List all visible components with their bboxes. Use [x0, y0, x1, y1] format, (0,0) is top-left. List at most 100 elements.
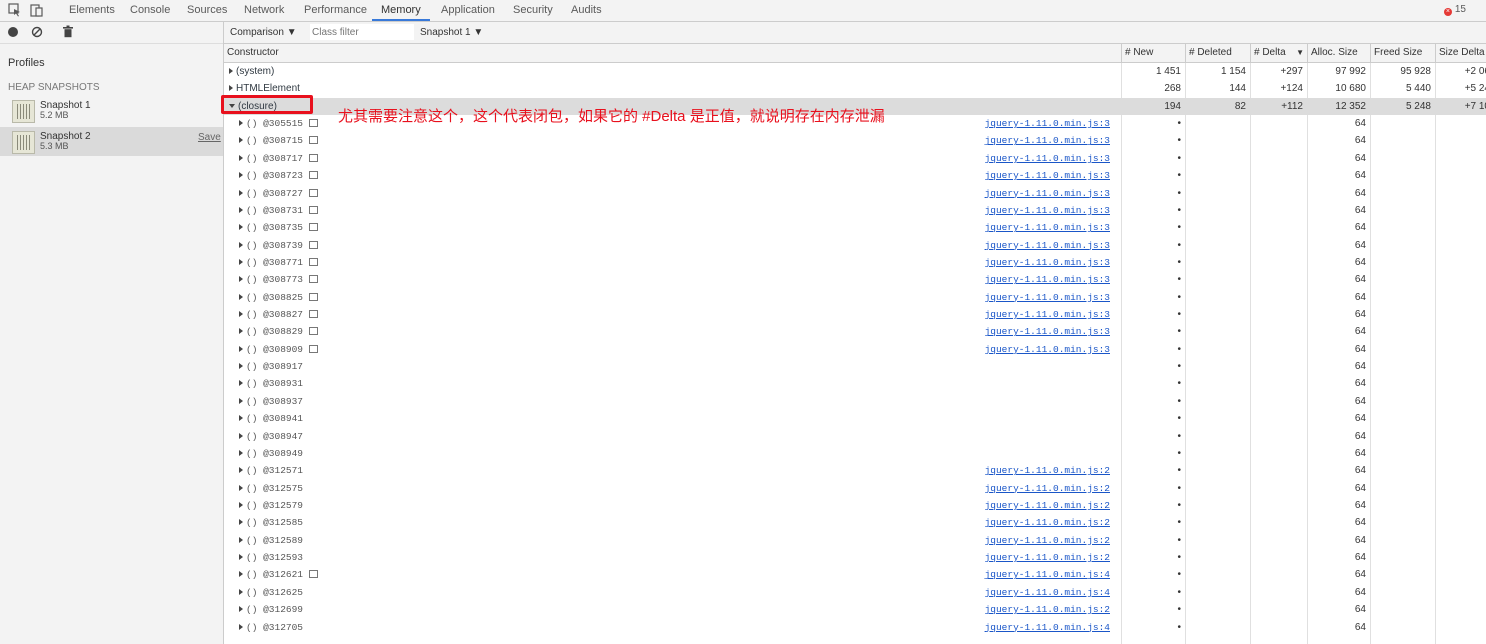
table-row[interactable]: () @308917 • 64: [224, 358, 1486, 375]
collapsed-arrow-icon[interactable]: [239, 120, 243, 127]
collapsed-arrow-icon[interactable]: [239, 432, 243, 439]
tab-security[interactable]: Security: [513, 0, 553, 21]
table-row[interactable]: () @308947 • 64: [224, 428, 1486, 445]
base-snapshot-select[interactable]: Snapshot 1 ▼: [420, 22, 483, 43]
table-row[interactable]: () @308773 jquery-1.11.0.min.js:3 • 64: [224, 271, 1486, 288]
table-row[interactable]: () @312571 jquery-1.11.0.min.js:2 • 64: [224, 462, 1486, 479]
table-row[interactable]: () @308731 jquery-1.11.0.min.js:3 • 64: [224, 202, 1486, 219]
table-row[interactable]: () @308937 • 64: [224, 393, 1486, 410]
collapsed-arrow-icon[interactable]: [239, 554, 243, 561]
reveal-in-summary-icon[interactable]: [309, 570, 319, 579]
table-row[interactable]: () @308829 jquery-1.11.0.min.js:3 • 64: [224, 323, 1486, 340]
collapsed-arrow-icon[interactable]: [229, 85, 233, 92]
reveal-in-summary-icon[interactable]: [309, 344, 319, 353]
source-link[interactable]: jquery-1.11.0.min.js:3: [984, 341, 1110, 358]
tab-network[interactable]: Network: [244, 0, 284, 21]
source-link[interactable]: jquery-1.11.0.min.js:3: [984, 254, 1110, 271]
tab-sources[interactable]: Sources: [187, 0, 227, 21]
reveal-in-summary-icon[interactable]: [309, 205, 319, 214]
collapsed-arrow-icon[interactable]: [239, 380, 243, 387]
table-row[interactable]: () @308941 • 64: [224, 410, 1486, 427]
collapsed-arrow-icon[interactable]: [229, 68, 233, 74]
collapsed-arrow-icon[interactable]: [239, 258, 243, 265]
reveal-in-summary-icon[interactable]: [309, 310, 319, 319]
inspect-element-icon[interactable]: [8, 3, 22, 17]
device-toolbar-icon[interactable]: [30, 3, 44, 17]
table-row[interactable]: () @308949 • 64: [224, 445, 1486, 462]
save-snapshot-link[interactable]: Save: [198, 132, 221, 143]
collapsed-arrow-icon[interactable]: [239, 206, 243, 213]
col-size-delta[interactable]: Size Delta: [1435, 44, 1486, 62]
source-link[interactable]: jquery-1.11.0.min.js:3: [984, 185, 1110, 202]
collapsed-arrow-icon[interactable]: [239, 189, 243, 196]
col-alloc-size[interactable]: Alloc. Size: [1307, 44, 1370, 62]
col-constructor[interactable]: Constructor: [224, 44, 1121, 62]
col-deleted[interactable]: # Deleted: [1185, 44, 1250, 62]
reveal-in-summary-icon[interactable]: [309, 171, 319, 180]
collapsed-arrow-icon[interactable]: [239, 293, 243, 300]
trash-icon[interactable]: [63, 25, 73, 41]
reveal-in-summary-icon[interactable]: [309, 327, 319, 336]
collapsed-arrow-icon[interactable]: [239, 137, 243, 144]
collapsed-arrow-icon[interactable]: [239, 536, 243, 543]
reveal-in-summary-icon[interactable]: [309, 153, 319, 162]
table-row[interactable]: () @308735 jquery-1.11.0.min.js:3 • 64: [224, 219, 1486, 236]
source-link[interactable]: jquery-1.11.0.min.js:2: [984, 532, 1110, 549]
table-row[interactable]: () @308727 jquery-1.11.0.min.js:3 • 64: [224, 185, 1486, 202]
collapsed-arrow-icon[interactable]: [239, 415, 243, 422]
record-icon[interactable]: [8, 27, 18, 37]
source-link[interactable]: jquery-1.11.0.min.js:3: [984, 167, 1110, 184]
source-link[interactable]: jquery-1.11.0.min.js:3: [984, 271, 1110, 288]
snapshot-item-1[interactable]: Snapshot 1 5.2 MB: [0, 96, 223, 125]
snapshot-item-2[interactable]: Snapshot 2 5.3 MB Save: [0, 127, 223, 156]
collapsed-arrow-icon[interactable]: [239, 363, 243, 370]
source-link[interactable]: jquery-1.11.0.min.js:2: [984, 480, 1110, 497]
table-row[interactable]: () @308931 • 64: [224, 375, 1486, 392]
collapsed-arrow-icon[interactable]: [239, 345, 243, 352]
table-row[interactable]: () @308909 jquery-1.11.0.min.js:3 • 64: [224, 341, 1486, 358]
table-row[interactable]: () @308717 jquery-1.11.0.min.js:3 • 64: [224, 150, 1486, 167]
table-row[interactable]: () @308739 jquery-1.11.0.min.js:3 • 64: [224, 237, 1486, 254]
source-link[interactable]: jquery-1.11.0.min.js:3: [984, 237, 1110, 254]
col-delta[interactable]: # Delta ▼: [1250, 44, 1307, 62]
table-row[interactable]: () @312589 jquery-1.11.0.min.js:2 • 64: [224, 532, 1486, 549]
tab-console[interactable]: Console: [130, 0, 170, 21]
table-row[interactable]: HTMLElement 268 144 +124 10 680 5 440 +5 24: [224, 80, 1486, 97]
source-link[interactable]: jquery-1.11.0.min.js:4: [984, 566, 1110, 583]
collapsed-arrow-icon[interactable]: [239, 311, 243, 318]
collapsed-arrow-icon[interactable]: [239, 606, 243, 613]
reveal-in-summary-icon[interactable]: [309, 188, 319, 197]
col-new[interactable]: # New: [1121, 44, 1185, 62]
tab-audits[interactable]: Audits: [571, 0, 602, 21]
table-row[interactable]: () @312585 jquery-1.11.0.min.js:2 • 64: [224, 514, 1486, 531]
collapsed-arrow-icon[interactable]: [239, 172, 243, 179]
collapsed-arrow-icon[interactable]: [239, 328, 243, 335]
collapsed-arrow-icon[interactable]: [239, 502, 243, 508]
source-link[interactable]: jquery-1.11.0.min.js:2: [984, 514, 1110, 531]
table-row[interactable]: () @308825 jquery-1.11.0.min.js:3 • 64: [224, 289, 1486, 306]
col-freed-size[interactable]: Freed Size: [1370, 44, 1435, 62]
table-row[interactable]: () @312579 jquery-1.11.0.min.js:2 • 64: [224, 497, 1486, 514]
tab-memory[interactable]: Memory: [372, 0, 430, 21]
table-row[interactable]: () @312625 jquery-1.11.0.min.js:4 • 64: [224, 584, 1486, 601]
reveal-in-summary-icon[interactable]: [309, 257, 319, 266]
error-counter[interactable]: × 15: [1443, 4, 1466, 16]
collapsed-arrow-icon[interactable]: [239, 588, 243, 595]
collapsed-arrow-icon[interactable]: [239, 467, 243, 474]
collapsed-arrow-icon[interactable]: [239, 276, 243, 283]
table-row[interactable]: () @308827 jquery-1.11.0.min.js:3 • 64: [224, 306, 1486, 323]
table-row[interactable]: () @312705 jquery-1.11.0.min.js:4 • 64: [224, 619, 1486, 636]
class-filter-input[interactable]: [310, 24, 414, 40]
reveal-in-summary-icon[interactable]: [309, 223, 319, 232]
table-row[interactable]: (system) 1 451 1 154 +297 97 992 95 928 +2 06: [224, 63, 1486, 80]
reveal-in-summary-icon[interactable]: [309, 275, 319, 284]
collapsed-arrow-icon[interactable]: [239, 154, 243, 161]
table-row[interactable]: () @312621 jquery-1.11.0.min.js:4 • 64: [224, 566, 1486, 583]
source-link[interactable]: jquery-1.11.0.min.js:3: [984, 219, 1110, 236]
collapsed-arrow-icon[interactable]: [239, 224, 243, 231]
source-link[interactable]: jquery-1.11.0.min.js:2: [984, 462, 1110, 479]
reveal-in-summary-icon[interactable]: [309, 240, 319, 249]
source-link[interactable]: jquery-1.11.0.min.js:3: [984, 289, 1110, 306]
source-link[interactable]: jquery-1.11.0.min.js:3: [984, 323, 1110, 340]
view-select[interactable]: Comparison ▼: [230, 22, 297, 43]
